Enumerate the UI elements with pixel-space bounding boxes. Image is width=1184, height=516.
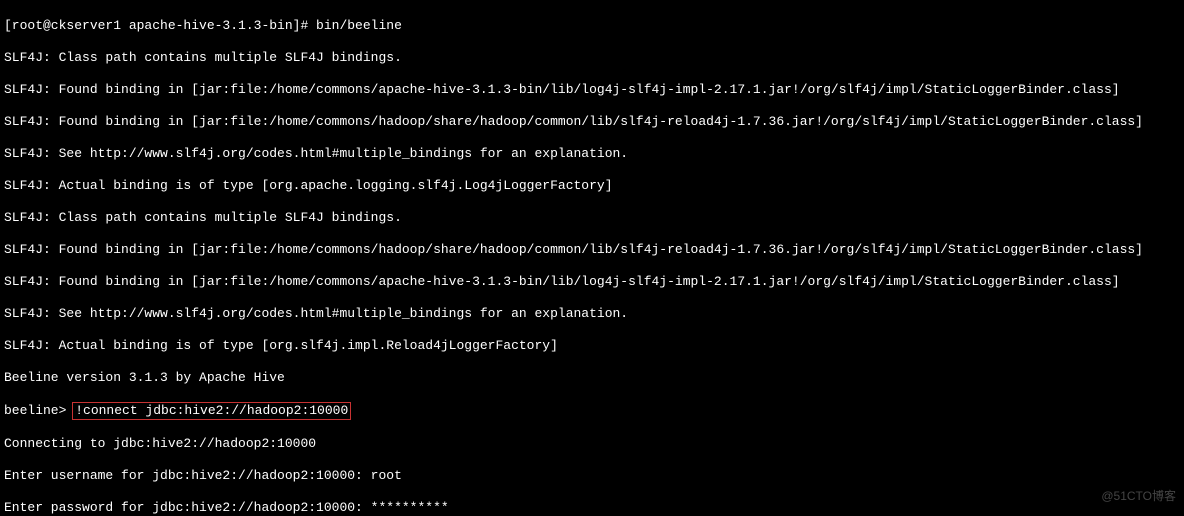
slf4j-see-url-2: SLF4J: See http://www.slf4j.org/codes.ht… [4, 306, 1180, 322]
beeline-version: Beeline version 3.1.3 by Apache Hive [4, 370, 1180, 386]
slf4j-binding-hive: SLF4J: Found binding in [jar:file:/home/… [4, 82, 1180, 98]
slf4j-actual-log4j: SLF4J: Actual binding is of type [org.ap… [4, 178, 1180, 194]
enter-username: Enter username for jdbc:hive2://hadoop2:… [4, 468, 1180, 484]
slf4j-binding-hadoop: SLF4J: Found binding in [jar:file:/home/… [4, 114, 1180, 130]
slf4j-actual-reload4j: SLF4J: Actual binding is of type [org.sl… [4, 338, 1180, 354]
beeline-connect-line: beeline> !connect jdbc:hive2://hadoop2:1… [4, 402, 1180, 420]
shell-prompt-line: [root@ckserver1 apache-hive-3.1.3-bin]# … [4, 18, 1180, 34]
slf4j-class-path: SLF4J: Class path contains multiple SLF4… [4, 50, 1180, 66]
connect-command-highlight: !connect jdbc:hive2://hadoop2:10000 [72, 402, 351, 420]
terminal-output[interactable]: [root@ckserver1 apache-hive-3.1.3-bin]# … [0, 0, 1184, 516]
slf4j-binding-hadoop-2: SLF4J: Found binding in [jar:file:/home/… [4, 242, 1180, 258]
slf4j-class-path-2: SLF4J: Class path contains multiple SLF4… [4, 210, 1180, 226]
slf4j-binding-hive-2: SLF4J: Found binding in [jar:file:/home/… [4, 274, 1180, 290]
connecting-line: Connecting to jdbc:hive2://hadoop2:10000 [4, 436, 1180, 452]
slf4j-see-url: SLF4J: See http://www.slf4j.org/codes.ht… [4, 146, 1180, 162]
beeline-prompt: beeline> [4, 403, 74, 418]
enter-password: Enter password for jdbc:hive2://hadoop2:… [4, 500, 1180, 516]
